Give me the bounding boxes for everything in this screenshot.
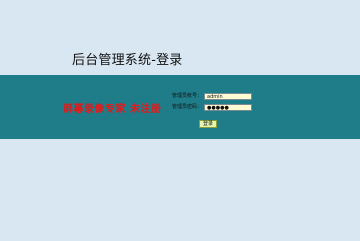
username-label: 管理员帐号： xyxy=(172,93,203,99)
login-button[interactable]: 登录 xyxy=(199,120,217,128)
username-input[interactable] xyxy=(204,93,252,100)
password-input[interactable] xyxy=(204,104,252,111)
password-label: 管理员密码： xyxy=(172,104,203,110)
recorder-watermark: 屏幕录像专家 未注册 xyxy=(63,104,162,115)
login-page: { "page": { "title": "后台管理系统-登录" }, "wat… xyxy=(0,0,360,241)
page-title: 后台管理系统-登录 xyxy=(72,53,183,68)
